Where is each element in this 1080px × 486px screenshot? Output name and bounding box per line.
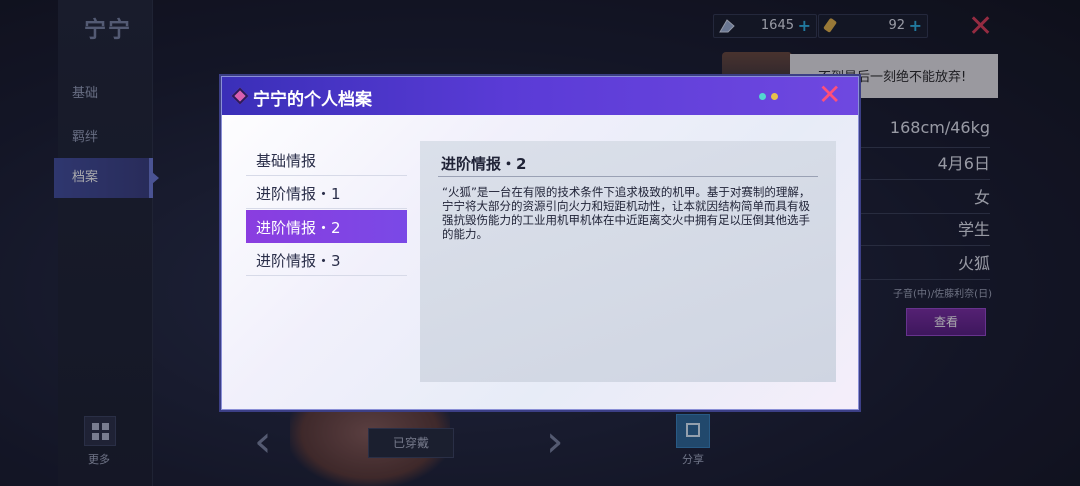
decor-dot-icon (759, 93, 766, 100)
tab-advanced-info-2[interactable]: 进阶情报・2 (246, 210, 407, 243)
decor-dot-icon (771, 93, 778, 100)
modal-title: 宁宁的个人档案 (253, 90, 372, 110)
profile-modal: 宁宁的个人档案 ✕ 基础情报 进阶情报・1 进阶情报・2 进阶情报・3 进阶情报… (221, 76, 859, 410)
content-text: “火狐”是一台在有限的技术条件下追求极致的机甲。基于对赛制的理解，宁宁将大部分的… (442, 185, 811, 241)
content-panel: 进阶情报・2 “火狐”是一台在有限的技术条件下追求极致的机甲。基于对赛制的理解，… (420, 141, 836, 382)
tab-advanced-info-3[interactable]: 进阶情报・3 (246, 243, 407, 276)
modal-close-icon[interactable]: ✕ (818, 80, 841, 110)
tab-basic-info[interactable]: 基础情报 (246, 143, 407, 176)
gem-icon (231, 87, 249, 105)
divider (438, 176, 818, 177)
content-title: 进阶情报・2 (441, 155, 527, 173)
tab-advanced-info-1[interactable]: 进阶情报・1 (246, 176, 407, 209)
modal-header: 宁宁的个人档案 ✕ (222, 77, 858, 115)
